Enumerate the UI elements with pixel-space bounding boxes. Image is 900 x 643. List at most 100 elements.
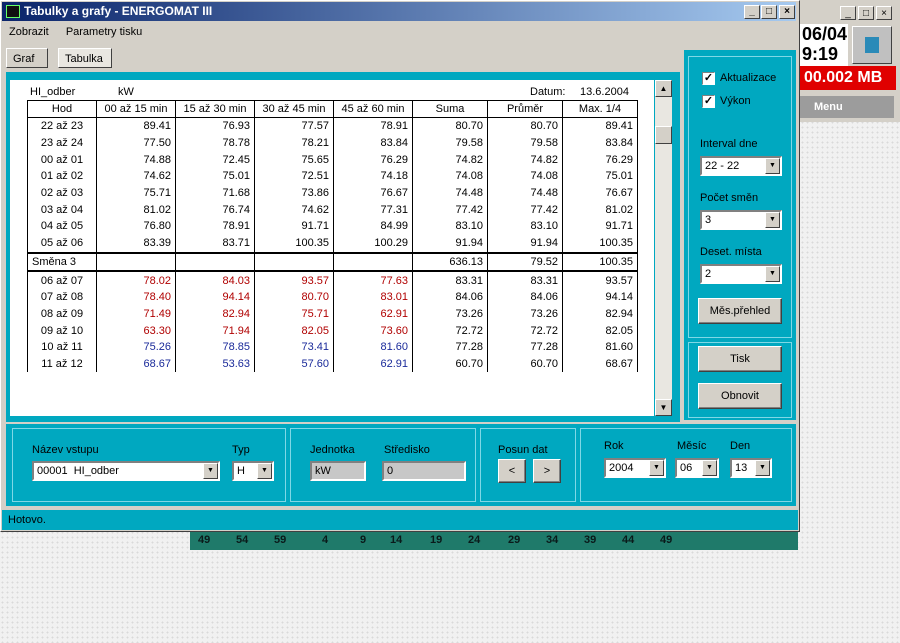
mesic-select[interactable]: 06 ▼ (675, 458, 719, 478)
value-cell: 80.70 (487, 117, 563, 135)
title-bar[interactable]: Tabulky a grafy - ENERGOMAT III _ □ × (2, 2, 796, 21)
scroll-down-arrow-icon[interactable]: ▼ (655, 399, 672, 416)
typ-select[interactable]: H ▼ (232, 461, 274, 481)
value-cell: 72.72 (412, 322, 488, 339)
col-header[interactable]: 00 až 15 min (96, 100, 176, 118)
chevron-down-icon[interactable]: ▼ (755, 460, 770, 476)
value-cell: 68.67 (562, 355, 638, 373)
value-cell: 91.94 (412, 234, 488, 253)
hour-cell: 03 až 04 (27, 201, 97, 219)
menu-bar: Zobrazit Parametry tisku (2, 24, 149, 42)
nazev-select[interactable]: 00001 HI_odber ▼ (32, 461, 220, 481)
prev-button[interactable]: < (498, 459, 526, 483)
value-cell: 93.57 (254, 271, 334, 289)
value-cell: 77.28 (412, 338, 488, 356)
value-cell: 62.91 (333, 305, 413, 323)
tisk-button[interactable]: Tisk (698, 346, 782, 372)
chevron-down-icon[interactable]: ▼ (765, 158, 780, 174)
value-cell: 79.58 (487, 134, 563, 152)
menu-zobrazit[interactable]: Zobrazit (2, 24, 56, 40)
obnovit-button[interactable]: Obnovit (698, 383, 782, 409)
table-row: 04 až 05 76.80 78.91 91.71 84.99 83.10 83.10 91… (27, 218, 638, 235)
chevron-down-icon[interactable]: ▼ (765, 212, 780, 228)
value-cell: 76.80 (96, 218, 176, 235)
nazev-value: 00001 HI_odber (37, 465, 119, 477)
chevron-down-icon[interactable]: ▼ (765, 266, 780, 282)
tick-label: 29 (508, 534, 521, 546)
value-cell: 77.50 (96, 134, 176, 152)
exit-door-icon[interactable] (852, 26, 892, 64)
rok-value: 2004 (609, 462, 634, 474)
chevron-down-icon[interactable]: ▼ (702, 460, 717, 476)
vertical-scrollbar[interactable]: ▲ ▼ (655, 80, 672, 416)
bg-clock: 06/04 9:19 (800, 24, 848, 66)
chevron-down-icon[interactable]: ▼ (203, 463, 218, 479)
interval-select[interactable]: 22 - 22 ▼ (700, 156, 782, 176)
col-header[interactable]: 15 až 30 min (175, 100, 255, 118)
value-cell: 74.62 (96, 168, 176, 185)
maximize-button[interactable]: □ (761, 5, 777, 19)
checkbox-vykon[interactable]: ✓ (702, 95, 715, 108)
chevron-down-icon[interactable]: ▼ (649, 460, 664, 476)
value-cell: 73.60 (333, 322, 413, 339)
value-cell: 84.06 (412, 288, 488, 306)
table-row: 11 až 12 68.67 53.63 57.60 62.91 60.70 60.70 68… (27, 355, 638, 373)
scroll-thumb[interactable] (655, 126, 672, 144)
value-cell: 82.94 (175, 305, 255, 323)
close-button[interactable]: × (779, 5, 795, 19)
menu-parametry-tisku[interactable]: Parametry tisku (59, 24, 149, 40)
chevron-down-icon[interactable]: ▼ (257, 463, 272, 479)
smen-select[interactable]: 3 ▼ (700, 210, 782, 230)
value-cell: 75.65 (254, 151, 334, 169)
next-button[interactable]: > (533, 459, 561, 483)
tab-tabulka[interactable]: Tabulka (58, 48, 112, 68)
bg-maximize-button[interactable]: □ (858, 6, 874, 20)
col-header[interactable]: Hod (27, 100, 97, 118)
window-title: Tabulky a grafy - ENERGOMAT III (24, 4, 213, 18)
value-cell: 73.26 (412, 305, 488, 323)
value-cell: 79.58 (412, 134, 488, 152)
value-cell: 82.05 (254, 322, 334, 339)
value-cell: 73.41 (254, 338, 334, 356)
table-row: 03 až 04 81.02 76.74 74.62 77.31 77.42 77.42 81… (27, 201, 638, 219)
value-cell: 60.70 (487, 355, 563, 373)
table-header-row: Hod 00 až 15 min 15 až 30 min 30 až 45 m… (27, 100, 638, 118)
checkbox-aktualizace[interactable]: ✓ (702, 72, 715, 85)
value-cell (96, 251, 176, 273)
value-cell: 78.40 (96, 288, 176, 306)
tab-graf[interactable]: Graf (6, 48, 48, 68)
scroll-up-arrow-icon[interactable]: ▲ (655, 80, 672, 97)
den-select[interactable]: 13 ▼ (730, 458, 772, 478)
table-row: 05 až 06 83.39 83.71 100.35 100.29 91.94 91.94… (27, 234, 638, 253)
label-smen: Počet směn (700, 192, 759, 204)
tick-label: 24 (468, 534, 481, 546)
mes-prehled-button[interactable]: Měs.přehled (698, 298, 782, 324)
value-cell: 76.74 (175, 201, 255, 219)
value-cell: 72.72 (487, 322, 563, 339)
value-cell: 81.02 (562, 201, 638, 219)
rok-select[interactable]: 2004 ▼ (604, 458, 666, 478)
status-bar: Hotovo. (2, 510, 798, 530)
bg-minimize-button[interactable]: _ (840, 6, 856, 20)
value-cell: 83.31 (487, 271, 563, 289)
hour-cell: 05 až 06 (27, 234, 97, 253)
shift-section (480, 428, 576, 502)
mista-select[interactable]: 2 ▼ (700, 264, 782, 284)
value-cell: 62.91 (333, 355, 413, 373)
hour-cell: 11 až 12 (27, 355, 97, 373)
bg-close-button[interactable]: × (876, 6, 892, 20)
col-header[interactable]: Průměr (487, 100, 563, 118)
stredisko-field: 0 (382, 461, 466, 481)
value-cell: 636.13 (412, 251, 488, 273)
table-row: 09 až 10 63.30 71.94 82.05 73.60 72.72 72.72 82… (27, 322, 638, 339)
value-cell: 84.99 (333, 218, 413, 235)
col-header[interactable]: 30 až 45 min (254, 100, 334, 118)
table-row: 10 až 11 75.26 78.85 73.41 81.60 77.28 77.28 81… (27, 338, 638, 356)
bg-menu-button[interactable]: Menu (800, 96, 894, 118)
input-name: HI_odber (30, 86, 76, 98)
minimize-button[interactable]: _ (744, 5, 760, 19)
mesic-value: 06 (680, 462, 693, 474)
col-header[interactable]: Max. 1/4 (562, 100, 638, 118)
col-header[interactable]: 45 až 60 min (333, 100, 413, 118)
col-header[interactable]: Suma (412, 100, 488, 118)
